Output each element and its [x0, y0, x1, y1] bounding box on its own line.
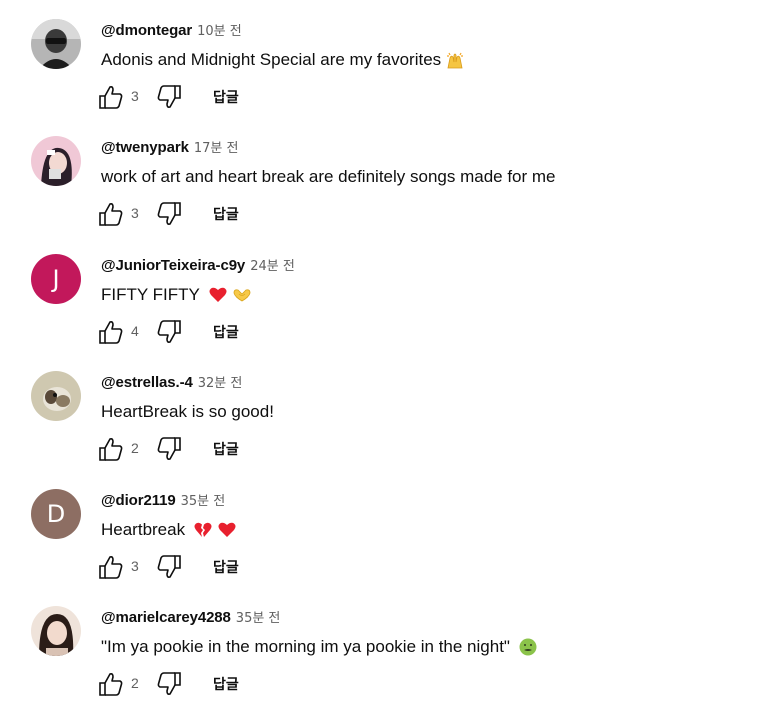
like-count: 3: [131, 205, 139, 221]
comment-actions: 2 답글: [97, 671, 257, 697]
comment-author[interactable]: @estrellas.-4: [101, 374, 193, 391]
comment-timestamp[interactable]: 32분 전: [198, 372, 243, 391]
comment-body: FIFTY FIFTY: [101, 285, 200, 304]
avatar-letter: J: [52, 265, 60, 293]
comment-thread: @twenypark 17분 전 work of art and heart b…: [0, 117, 767, 234]
like-button[interactable]: [97, 201, 125, 227]
avatar[interactable]: [31, 136, 81, 186]
dislike-button[interactable]: [155, 84, 183, 110]
comment-timestamp[interactable]: 24분 전: [250, 255, 295, 274]
avatar[interactable]: [31, 371, 81, 421]
comment-header: @dmontegar 10분 전: [101, 20, 242, 40]
reply-button[interactable]: 답글: [213, 557, 239, 577]
comment-author[interactable]: @marielcarey4288: [101, 609, 231, 626]
like-count: 2: [131, 440, 139, 456]
like-count: 3: [131, 558, 139, 574]
comment-author[interactable]: @twenypark: [101, 139, 189, 156]
comment-header: @JuniorTeixeira-c9y 24분 전: [101, 255, 295, 275]
avatar[interactable]: D: [31, 489, 81, 539]
comment-header: @twenypark 17분 전: [101, 137, 238, 157]
comment-body: HeartBreak is so good!: [101, 402, 274, 421]
thumbs-up-icon: [99, 673, 123, 696]
comment-text: HeartBreak is so good!: [101, 400, 274, 424]
like-count: 2: [131, 675, 139, 691]
avatar-photo: [31, 19, 81, 69]
comment-header: @estrellas.-4 32분 전: [101, 372, 242, 392]
thumbs-up-icon: [99, 438, 123, 461]
comment-thread: @marielcarey4288 35분 전 "Im ya pookie in …: [0, 587, 767, 704]
like-button[interactable]: [97, 84, 125, 110]
avatar[interactable]: J: [31, 254, 81, 304]
comment-timestamp[interactable]: 17분 전: [194, 137, 239, 156]
comment-timestamp[interactable]: 35분 전: [181, 490, 226, 509]
thumbs-down-icon: [157, 555, 181, 578]
comment-author[interactable]: @JuniorTeixeira-c9y: [101, 257, 245, 274]
reply-button[interactable]: 답글: [213, 674, 239, 694]
thumbs-up-icon: [99, 203, 123, 226]
avatar-photo: [31, 606, 81, 656]
avatar-photo: [31, 136, 81, 186]
broken-heart-emoji: [193, 520, 213, 540]
comment-text: Heartbreak: [101, 518, 237, 542]
comment-thread: @estrellas.-4 32분 전 HeartBreak is so goo…: [0, 352, 767, 469]
reply-button[interactable]: 답글: [213, 322, 239, 342]
avatar[interactable]: [31, 19, 81, 69]
red-heart-emoji: [217, 520, 237, 540]
reply-button[interactable]: 답글: [213, 204, 239, 224]
comment-text: work of art and heart break are definite…: [101, 165, 556, 189]
reply-button[interactable]: 답글: [213, 439, 239, 459]
comment-author[interactable]: @dmontegar: [101, 22, 192, 39]
dislike-button[interactable]: [155, 201, 183, 227]
comment-body: work of art and heart break are definite…: [101, 167, 556, 186]
comment-header: @dior2119 35분 전: [101, 490, 225, 510]
dislike-button[interactable]: [155, 671, 183, 697]
comment-actions: 4 답글: [97, 319, 257, 345]
comment-text: "Im ya pookie in the morning im ya pooki…: [101, 635, 538, 659]
raising-hands-emoji: [445, 50, 465, 70]
comment-actions: 3 답글: [97, 84, 257, 110]
like-button[interactable]: [97, 436, 125, 462]
red-heart-emoji: [208, 285, 228, 305]
like-button[interactable]: [97, 319, 125, 345]
comment-header: @marielcarey4288 35분 전: [101, 607, 280, 627]
comment-body: Adonis and Midnight Special are my favor…: [101, 50, 442, 69]
heart-hands-emoji: [232, 285, 252, 305]
avatar-letter: D: [46, 500, 66, 528]
nauseated-face-emoji: [518, 637, 538, 657]
thumbs-up-icon: [99, 321, 123, 344]
dislike-button[interactable]: [155, 436, 183, 462]
avatar-photo: [31, 371, 81, 421]
comment-text: Adonis and Midnight Special are my favor…: [101, 48, 465, 72]
thumbs-down-icon: [157, 85, 181, 108]
like-count: 3: [131, 88, 139, 104]
reply-button[interactable]: 답글: [213, 87, 239, 107]
comment-timestamp[interactable]: 35분 전: [236, 607, 281, 626]
thumbs-up-icon: [99, 556, 123, 579]
like-button[interactable]: [97, 554, 125, 580]
like-count: 4: [131, 323, 139, 339]
thumbs-up-icon: [99, 86, 123, 109]
dislike-button[interactable]: [155, 554, 183, 580]
comment-timestamp[interactable]: 10분 전: [197, 20, 242, 39]
comment-thread: @dmontegar 10분 전 Adonis and Midnight Spe…: [0, 0, 767, 117]
like-button[interactable]: [97, 671, 125, 697]
comment-actions: 3 답글: [97, 554, 257, 580]
comment-text: FIFTY FIFTY: [101, 283, 252, 307]
comment-body: Heartbreak: [101, 520, 186, 539]
thumbs-down-icon: [157, 437, 181, 460]
thumbs-down-icon: [157, 672, 181, 695]
comment-actions: 2 답글: [97, 436, 257, 462]
comment-actions: 3 답글: [97, 201, 257, 227]
comment-thread: J @JuniorTeixeira-c9y 24분 전 FIFTY FIFTY …: [0, 235, 767, 352]
dislike-button[interactable]: [155, 319, 183, 345]
thumbs-down-icon: [157, 320, 181, 343]
comment-author[interactable]: @dior2119: [101, 492, 176, 509]
avatar[interactable]: [31, 606, 81, 656]
thumbs-down-icon: [157, 202, 181, 225]
comment-body: "Im ya pookie in the morning im ya pooki…: [101, 637, 510, 656]
comment-thread: D @dior2119 35분 전 Heartbreak 3 답글: [0, 470, 767, 587]
